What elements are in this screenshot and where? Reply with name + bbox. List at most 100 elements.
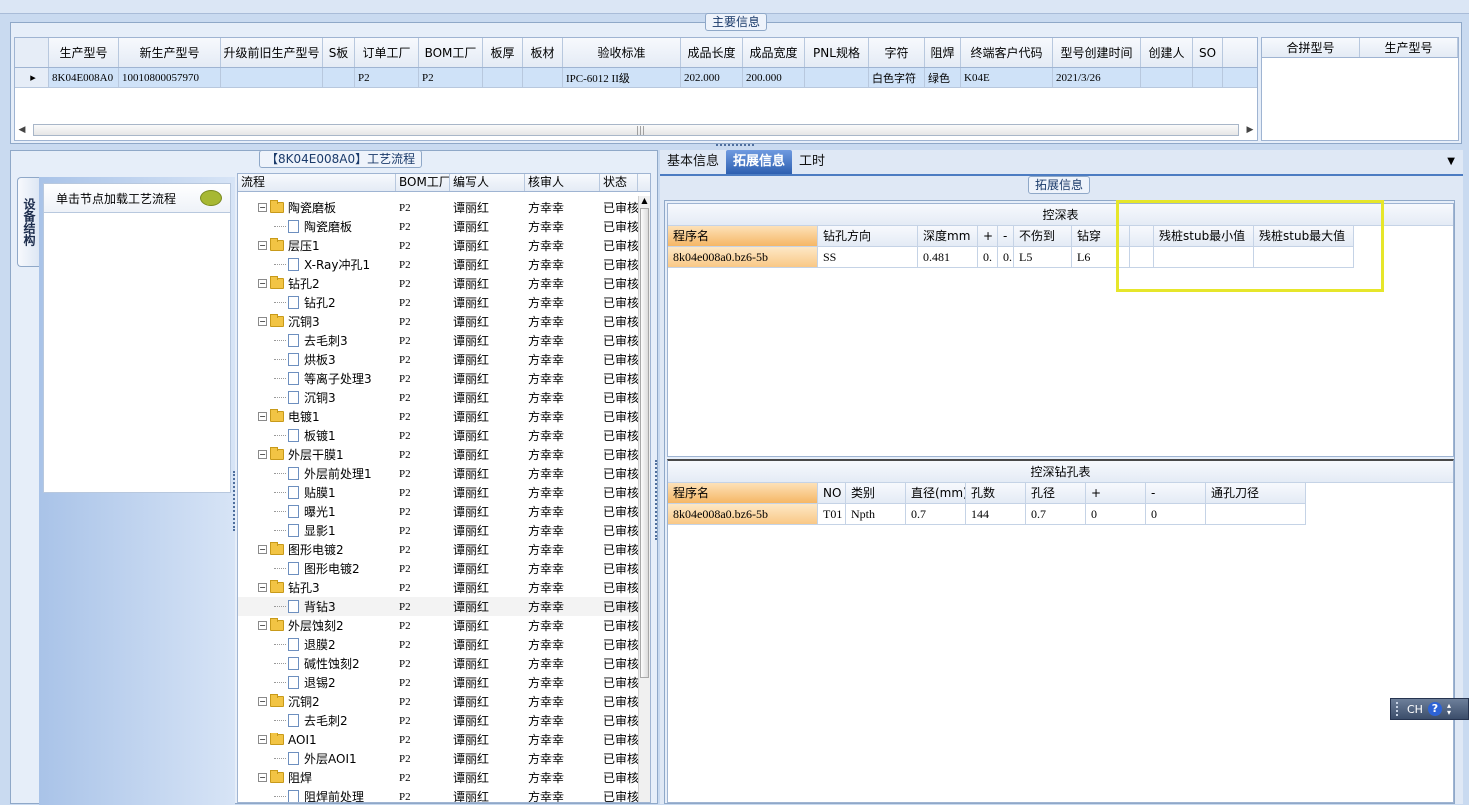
column-header[interactable]: 板厚 — [483, 38, 523, 67]
tab-extension[interactable]: 拓展信息 — [726, 150, 793, 174]
tree-node-cell[interactable]: 外层前处理1 — [238, 465, 396, 482]
ime-language[interactable]: CH — [1407, 703, 1423, 716]
column-header[interactable]: + — [1086, 483, 1146, 504]
tree-row[interactable]: 显影1 P2 谭丽红 方幸幸 已审核 — [238, 521, 640, 540]
help-icon[interactable]: ? — [1427, 702, 1442, 716]
table-row[interactable]: 8k04e008a0.bz6-5b T01 Npth 0.7 144 0.7 0 0 — [668, 504, 1453, 525]
tree-row[interactable]: 曝光1 P2 谭丽红 方幸幸 已审核 — [238, 502, 640, 521]
ime-menu-icon[interactable]: ▴ ▾ — [1447, 702, 1451, 717]
tree-row[interactable]: − 外层干膜1 P2 谭丽红 方幸幸 已审核 — [238, 445, 640, 464]
tree-row[interactable]: 退锡2 P2 谭丽红 方幸幸 已审核 — [238, 673, 640, 692]
column-header[interactable]: 字符 — [869, 38, 925, 67]
tree-node-cell[interactable]: − 外层蚀刻2 — [238, 617, 396, 634]
tree-node-cell[interactable]: − AOI1 — [238, 732, 396, 747]
column-header[interactable]: + — [978, 226, 998, 247]
column-header[interactable]: 状态 — [600, 174, 638, 191]
tree-node-cell[interactable]: − 外层干膜1 — [238, 446, 396, 463]
column-header[interactable]: 成品长度 — [681, 38, 743, 67]
column-header[interactable]: 钻孔方向 — [818, 226, 918, 247]
column-header[interactable]: 板材 — [523, 38, 563, 67]
collapse-toggle-icon[interactable]: − — [258, 317, 267, 326]
column-header[interactable]: 型号创建时间 — [1053, 38, 1141, 67]
tree-node-cell[interactable]: 退膜2 — [238, 636, 396, 653]
tree-node-cell[interactable]: 背钻3 — [238, 598, 396, 615]
ime-drag-handle[interactable] — [1396, 702, 1402, 716]
collapse-toggle-icon[interactable]: − — [258, 583, 267, 592]
tree-row[interactable]: − 陶瓷磨板 P2 谭丽红 方幸幸 已审核 — [238, 198, 640, 217]
tree-row[interactable]: − 沉铜2 P2 谭丽红 方幸幸 已审核 — [238, 692, 640, 711]
tree-node-cell[interactable]: − 层压1 — [238, 237, 396, 254]
column-header[interactable]: 终端客户代码 — [961, 38, 1053, 67]
tree-node-cell[interactable]: − 阻焊 — [238, 769, 396, 786]
tree-row[interactable]: − AOI1 P2 谭丽红 方幸幸 已审核 — [238, 730, 640, 749]
tree-node-cell[interactable]: 烘板3 — [238, 351, 396, 368]
column-header[interactable]: 直径(mm) — [906, 483, 966, 504]
tree-row[interactable]: 烘板3 P2 谭丽红 方幸幸 已审核 — [238, 350, 640, 369]
column-header[interactable]: 流程 — [238, 174, 396, 191]
tab-worktime[interactable]: 工时 — [792, 150, 832, 174]
process-flow-tree[interactable]: 流程 BOM工厂 编写人 核审人 状态 − 陶瓷磨板 P2 谭丽红 方幸幸 已审核 陶瓷磨板 P2 谭丽… — [237, 173, 651, 803]
main-info-grid[interactable]: 生产型号 新生产型号 升级前旧生产型号 S板 订单工厂 BOM工厂 板厚 板材 验收标准 成品长度… — [14, 37, 1258, 141]
tree-row[interactable]: 背钻3 P2 谭丽红 方幸幸 已审核 — [238, 597, 640, 616]
column-header[interactable]: 成品宽度 — [743, 38, 805, 67]
tree-row[interactable]: 去毛刺2 P2 谭丽红 方幸幸 已审核 — [238, 711, 640, 730]
tree-row[interactable]: − 沉铜3 P2 谭丽红 方幸幸 已审核 — [238, 312, 640, 331]
column-header[interactable]: 孔径 — [1026, 483, 1086, 504]
collapse-toggle-icon[interactable]: − — [258, 735, 267, 744]
main-info-hscroll[interactable]: ◀ ||| ▶ — [17, 123, 1255, 137]
tree-node-cell[interactable]: 曝光1 — [238, 503, 396, 520]
right-splitter-grip[interactable] — [655, 460, 659, 540]
ime-toolbar[interactable]: CH ? ▴ ▾ — [1390, 698, 1469, 720]
column-header[interactable]: BOM工厂 — [419, 38, 483, 67]
tree-row[interactable]: 等离子处理3 P2 谭丽红 方幸幸 已审核 — [238, 369, 640, 388]
column-header[interactable]: 程序名 — [668, 226, 818, 247]
collapse-toggle-icon[interactable]: − — [258, 241, 267, 250]
tree-node-cell[interactable]: 等离子处理3 — [238, 370, 396, 387]
main-info-row[interactable]: ▸ 8K04E008A0 10010800057970 P2 P2 IPC-6012 II… — [15, 68, 1257, 88]
column-header[interactable]: 创建人 — [1141, 38, 1193, 67]
horizontal-splitter[interactable] — [716, 144, 754, 148]
column-header[interactable]: 通孔刀径 — [1206, 483, 1306, 504]
column-header[interactable]: 新生产型号 — [119, 38, 221, 67]
tree-node-cell[interactable]: − 沉铜3 — [238, 313, 396, 330]
tree-node-cell[interactable]: 陶瓷磨板 — [238, 218, 396, 235]
tree-node-cell[interactable]: 阻焊前处理 — [238, 788, 396, 802]
tree-row[interactable]: 贴膜1 P2 谭丽红 方幸幸 已审核 — [238, 483, 640, 502]
column-header[interactable]: 升级前旧生产型号 — [221, 38, 323, 67]
tree-row[interactable]: − 钻孔2 P2 谭丽红 方幸幸 已审核 — [238, 274, 640, 293]
tree-node-cell[interactable]: 去毛刺2 — [238, 712, 396, 729]
column-header[interactable]: 合拼型号 — [1262, 38, 1360, 57]
tree-node-cell[interactable]: 板镀1 — [238, 427, 396, 444]
process-flow-vscroll[interactable]: ▲ — [638, 196, 650, 802]
tree-row[interactable]: 去毛刺3 P2 谭丽红 方幸幸 已审核 — [238, 331, 640, 350]
tree-row[interactable]: − 电镀1 P2 谭丽红 方幸幸 已审核 — [238, 407, 640, 426]
tree-row[interactable]: X-Ray冲孔1 P2 谭丽红 方幸幸 已审核 — [238, 255, 640, 274]
column-header[interactable]: 编写人 — [450, 174, 525, 191]
tree-node-cell[interactable]: 贴膜1 — [238, 484, 396, 501]
scroll-left-icon[interactable]: ◀ — [17, 125, 27, 135]
column-header[interactable]: 验收标准 — [563, 38, 681, 67]
tree-node-cell[interactable]: − 陶瓷磨板 — [238, 199, 396, 216]
tree-row[interactable]: 钻孔2 P2 谭丽红 方幸幸 已审核 — [238, 293, 640, 312]
tree-node-cell[interactable]: 沉铜3 — [238, 389, 396, 406]
scroll-up-icon[interactable]: ▲ — [639, 196, 650, 206]
collapse-toggle-icon[interactable]: − — [258, 203, 267, 212]
column-header[interactable]: - — [1146, 483, 1206, 504]
tree-row[interactable]: 碱性蚀刻2 P2 谭丽红 方幸幸 已审核 — [238, 654, 640, 673]
tree-node-cell[interactable]: 外层AOI1 — [238, 750, 396, 767]
tree-row[interactable]: − 阻焊 P2 谭丽红 方幸幸 已审核 — [238, 768, 640, 787]
column-header[interactable]: 孔数 — [966, 483, 1026, 504]
scroll-thumb[interactable] — [640, 208, 649, 678]
column-header[interactable]: 程序名 — [668, 483, 818, 504]
collapse-toggle-icon[interactable]: − — [258, 545, 267, 554]
tree-row[interactable]: 沉铜3 P2 谭丽红 方幸幸 已审核 — [238, 388, 640, 407]
collapse-toggle-icon[interactable]: − — [258, 697, 267, 706]
tree-row[interactable]: − 外层蚀刻2 P2 谭丽红 方幸幸 已审核 — [238, 616, 640, 635]
column-header[interactable]: 类别 — [846, 483, 906, 504]
tree-node-cell[interactable]: 退锡2 — [238, 674, 396, 691]
column-header[interactable]: PNL规格 — [805, 38, 869, 67]
tree-node-cell[interactable]: − 电镀1 — [238, 408, 396, 425]
collapse-toggle-icon[interactable]: − — [258, 450, 267, 459]
tab-basic[interactable]: 基本信息 — [660, 150, 726, 174]
collapse-toggle-icon[interactable]: − — [258, 279, 267, 288]
